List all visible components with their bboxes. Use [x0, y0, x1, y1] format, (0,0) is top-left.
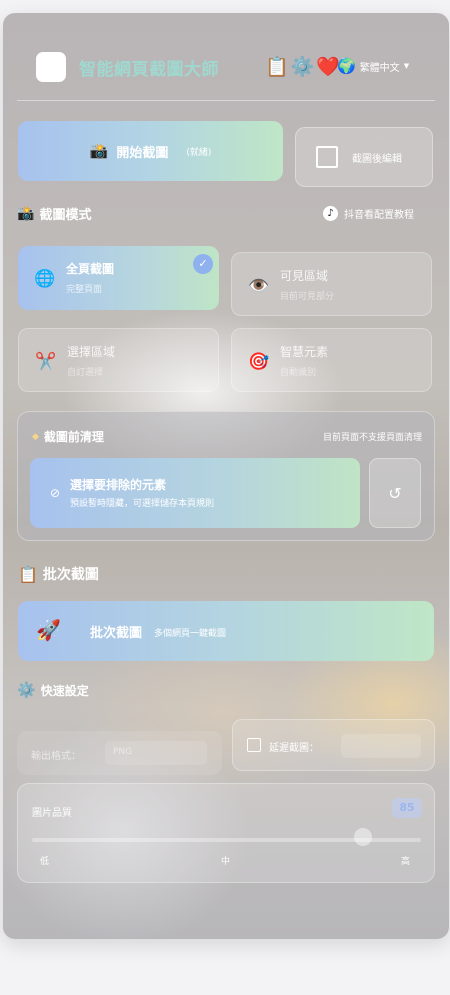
block-icon: ⊘	[50, 486, 61, 500]
batch-heading: 📋 批次截圖	[18, 564, 99, 584]
batch-button-desc: 多個網頁一鍵截圖	[154, 629, 227, 639]
delay-label: 延遲截圖：	[269, 743, 319, 754]
tiktok-icon: ♪	[323, 206, 338, 221]
clipboard-icon: 📋	[18, 564, 38, 584]
quality-tick-high: 高	[401, 857, 411, 867]
exclude-elements-button[interactable]: ⊘ 選擇要排除的元素 預設暫時隱藏，可選擇儲存本頁規則	[30, 458, 360, 528]
exclude-desc: 預設暫時隱藏，可選擇儲存本頁規則	[70, 499, 215, 509]
mode-smart-element[interactable]: 🎯 智慧元素 自動識別	[231, 328, 432, 392]
delay-capture-row: 延遲截圖：	[232, 719, 435, 771]
globe-icon: 🌍	[337, 57, 356, 75]
exclude-title: 選擇要排除的元素	[70, 478, 167, 492]
camera-icon: 📸	[89, 142, 109, 160]
mode-desc: 完整頁面	[66, 285, 103, 295]
mode-select-region[interactable]: ✂️ 選擇區域 自訂選擇	[18, 328, 219, 392]
image-quality-section: 圖片品質 85 低 中 高	[17, 783, 435, 883]
quality-label: 圖片品質	[32, 808, 72, 819]
tutorial-link-label: 抖音看配置教程	[344, 210, 414, 221]
target-icon: 🎯	[248, 352, 270, 372]
mode-name: 可見區域	[280, 269, 329, 283]
batch-capture-button[interactable]: 🚀 批次截圖 多個網頁一鍵截圖	[18, 601, 434, 661]
refresh-icon: ↺	[388, 484, 402, 503]
output-format-select[interactable]: PNG	[105, 741, 207, 765]
delay-input[interactable]	[341, 734, 421, 758]
mode-desc: 自動識別	[280, 368, 317, 378]
gear-icon: ⚙️	[17, 681, 36, 699]
chevron-down-icon: ▼	[403, 62, 410, 70]
quick-settings-title: 快速設定	[40, 683, 89, 698]
output-format-row: 輸出格式： PNG	[17, 731, 222, 775]
cleanup-section: ◆ 截圖前清理 目前頁面不支援頁面清理 ⊘ 選擇要排除的元素 預設暫時隱藏，可選…	[17, 411, 435, 541]
app-title: 智能網頁截圖大師	[79, 60, 219, 80]
quality-value-badge: 85	[392, 798, 422, 818]
mode-name: 智慧元素	[280, 345, 329, 359]
output-format-label: 輸出格式：	[31, 751, 81, 762]
mode-name: 全頁截圖	[66, 262, 115, 276]
eye-icon: 👁️	[248, 276, 270, 296]
batch-button-label: 批次截圖	[90, 626, 143, 641]
mode-name: 選擇區域	[67, 345, 116, 359]
app-logo	[36, 52, 66, 82]
quality-slider-thumb[interactable]	[353, 828, 372, 846]
start-capture-label: 開始截圖	[116, 145, 169, 161]
camera-icon: 📸	[17, 205, 35, 222]
delay-checkbox[interactable]	[247, 738, 261, 752]
capture-status: (就緒)	[186, 147, 212, 158]
mode-visible-area[interactable]: 👁️ 可見區域 目前可見部分	[231, 252, 432, 316]
rocket-icon: 🚀	[36, 618, 61, 642]
header-icons: 📋 ⚙️ ❤️	[265, 55, 340, 78]
cleanup-title: 截圖前清理	[43, 430, 104, 444]
gear-icon[interactable]: ⚙️	[291, 55, 315, 78]
globe-icon: 🌐	[34, 269, 56, 289]
batch-section-title: 批次截圖	[42, 567, 99, 583]
edit-after-label: 截圖後編輯	[352, 153, 402, 165]
quick-settings-heading: ⚙️ 快速設定	[17, 681, 89, 699]
capture-mode-title: 截圖模式	[39, 208, 92, 223]
check-icon: ✓	[193, 254, 213, 274]
quality-tick-mid: 中	[221, 857, 231, 867]
edit-after-capture-toggle[interactable]: 截圖後編輯	[295, 127, 433, 187]
language-label: 繁體中文	[359, 62, 400, 74]
reset-button[interactable]: ↺	[369, 458, 421, 528]
scissors-icon: ✂️	[35, 352, 57, 372]
mode-desc: 自訂選擇	[67, 368, 104, 378]
mode-full-page[interactable]: 🌐 全頁截圖 完整頁面 ✓	[18, 246, 219, 310]
broom-icon: ◆	[32, 431, 39, 442]
start-capture-button[interactable]: 📸 開始截圖 (就緒)	[18, 121, 283, 181]
tutorial-link[interactable]: ♪ 抖音看配置教程	[323, 206, 414, 221]
language-selector[interactable]: 🌍 繁體中文 ▼	[337, 57, 409, 75]
edit-after-checkbox[interactable]	[316, 146, 338, 168]
output-format-value: PNG	[113, 747, 133, 757]
cleanup-note: 目前頁面不支援頁面清理	[322, 433, 422, 443]
cleanup-heading: ◆ 截圖前清理	[32, 428, 104, 445]
quality-tick-low: 低	[40, 857, 50, 867]
extension-popup: 智能網頁截圖大師 📋 ⚙️ ❤️ 🌍 繁體中文 ▼ 📸 開始截圖 (就緒) 截圖…	[3, 13, 449, 939]
capture-mode-heading: 📸 截圖模式	[17, 204, 92, 224]
clipboard-icon[interactable]: 📋	[265, 55, 289, 78]
mode-desc: 目前可見部分	[280, 292, 335, 302]
header-divider	[17, 100, 435, 101]
